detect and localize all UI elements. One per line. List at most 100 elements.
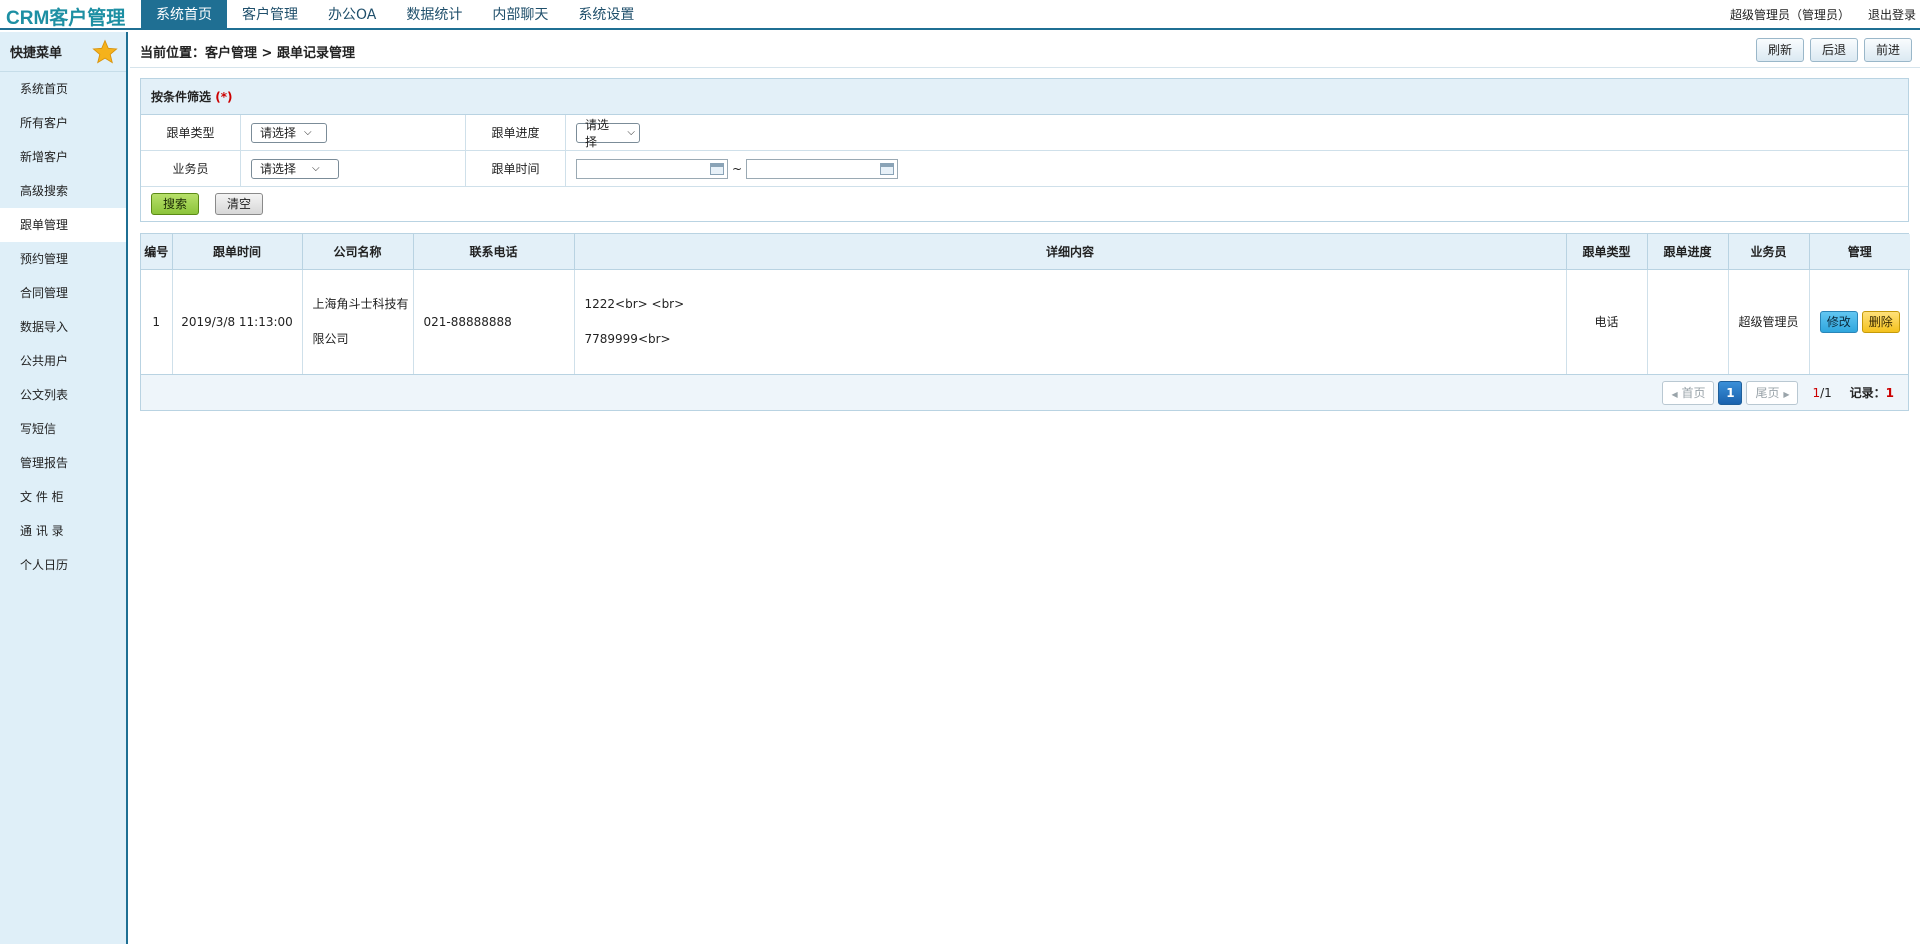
nav-item-settings[interactable]: 系统设置 [563,0,649,30]
progress-select[interactable]: 请选择 ⌵ [576,118,640,149]
sidebar-item-documents[interactable]: 公文列表 [0,378,126,412]
sidebar-item-followup[interactable]: 跟单管理 [0,208,126,242]
sidebar-item-calendar[interactable]: 个人日历 [0,548,126,582]
sidebar-header: 快捷菜单 [0,32,126,72]
last-page-label: 尾页 [1755,385,1780,400]
col-detail: 详细内容 [574,234,1567,270]
date-to-input[interactable] [746,158,899,179]
col-time: 跟单时间 [172,234,303,270]
breadcrumb-bar: 当前位置：客户管理 > 跟单记录管理 刷新 后退 前进 [130,32,1920,68]
filter-actions: 搜索 清空 [141,187,1908,221]
sidebar-item-sms[interactable]: 写短信 [0,412,126,446]
chevron-down-icon: ⌵ [312,163,320,174]
current-user[interactable]: 超级管理员（管理员） [1730,0,1850,30]
nav-item-oa[interactable]: 办公OA [313,0,391,30]
main-nav: 系统首页 客户管理 办公OA 数据统计 内部聊天 系统设置 [141,0,649,30]
page-current-value: 1 [1812,386,1821,400]
sidebar-item-reports[interactable]: 管理报告 [0,446,126,480]
nav-item-chat[interactable]: 内部聊天 [477,0,563,30]
company-line-2: 限公司 [312,331,349,346]
col-phone: 联系电话 [413,234,575,270]
progress-label: 跟单进度 [466,115,566,150]
nav-item-customers[interactable]: 客户管理 [227,0,313,30]
star-icon [92,39,118,64]
date-separator: ~ [732,161,743,176]
refresh-button[interactable]: 刷新 [1755,38,1804,62]
chevron-down-icon: ⌵ [627,127,635,138]
calendar-icon[interactable] [880,162,895,175]
filter-row-2: 业务员 请选择 ⌵ 跟单时间 ~ [141,151,1908,187]
records-label: 记录： [1849,386,1886,400]
delete-button[interactable]: 删除 [1861,310,1900,333]
date-from-input[interactable] [576,158,728,179]
detail-line-1: 1222<br> <br> [584,296,685,311]
cell-company: 上海角斗士科技有 限公司 [302,269,414,374]
salesman-label: 业务员 [141,151,241,186]
table-header-row: 编号 跟单时间 公司名称 联系电话 详细内容 跟单类型 跟单进度 业务员 管理 [141,234,1910,270]
logout-link[interactable]: 退出登录 [1868,0,1916,30]
sidebar-item-import[interactable]: 数据导入 [0,310,126,344]
filter-panel: 按条件筛选 (*) 跟单类型 请选择 ⌵ 跟单进度 请选择 ⌵ 业务员 请选择 … [140,78,1909,222]
progress-select-value: 请选择 [585,117,610,149]
sidebar-item-file-cabinet[interactable]: 文 件 柜 [0,480,126,514]
col-salesman: 业务员 [1728,234,1810,270]
page-total-value: /1 [1820,386,1832,400]
sidebar-item-home[interactable]: 系统首页 [0,72,126,106]
type-label: 跟单类型 [141,115,241,150]
user-area: 超级管理员（管理员） 退出登录 [1730,0,1916,30]
followup-table: 编号 跟单时间 公司名称 联系电话 详细内容 跟单类型 跟单进度 业务员 管理 … [140,233,1910,411]
filter-title: 按条件筛选 (*) [141,79,1908,115]
back-button[interactable]: 后退 [1809,38,1858,62]
filter-row-1: 跟单类型 请选择 ⌵ 跟单进度 请选择 ⌵ [141,115,1908,151]
table-row: 1 2019/3/8 11:13:00 上海角斗士科技有 限公司 021-888… [141,269,1910,374]
calendar-icon[interactable] [710,162,724,175]
prev-arrow-icon: ◀ [1671,389,1678,399]
breadcrumb: 当前位置：客户管理 > 跟单记录管理 [140,46,355,61]
sidebar-item-new-customer[interactable]: 新增客户 [0,140,126,174]
cell-progress [1647,269,1729,374]
main-content: 当前位置：客户管理 > 跟单记录管理 刷新 后退 前进 按条件筛选 (*) 跟单… [130,32,1920,944]
required-mark: (*) [215,90,233,104]
first-page-button[interactable]: ◀ 首页 [1662,380,1715,405]
sidebar-title: 快捷菜单 [10,46,63,61]
page-toolbar: 刷新 后退 前进 [1755,38,1912,62]
sidebar-item-all-customers[interactable]: 所有客户 [0,106,126,140]
sidebar-item-advanced-search[interactable]: 高级搜索 [0,174,126,208]
top-bar: CRM客户管理 系统首页 客户管理 办公OA 数据统计 内部聊天 系统设置 超级… [0,0,1920,30]
nav-item-home[interactable]: 系统首页 [141,0,227,30]
clear-button[interactable]: 清空 [215,193,264,215]
nav-item-stats[interactable]: 数据统计 [391,0,477,30]
page-info: 1/1 记录：1 [1812,384,1894,401]
next-arrow-icon: ▶ [1783,389,1790,399]
cell-salesman: 超级管理员 [1728,269,1810,374]
col-actions: 管理 [1809,234,1910,270]
filter-title-text: 按条件筛选 [151,90,212,104]
salesman-select-value: 请选择 [260,162,297,176]
pagination: ◀ 首页 1 尾页 ▶ 1/1 记录：1 [141,374,1908,410]
edit-button[interactable]: 修改 [1819,310,1858,333]
last-page-button[interactable]: 尾页 ▶ [1746,380,1799,405]
forward-button[interactable]: 前进 [1863,38,1912,62]
detail-line-2: 7789999<br> [584,331,671,346]
sidebar-item-contacts[interactable]: 通 讯 录 [0,514,126,548]
salesman-select[interactable]: 请选择 ⌵ [251,158,339,179]
page-number-current[interactable]: 1 [1718,380,1743,405]
cell-phone: 021-88888888 [413,269,575,374]
cell-id: 1 [141,269,173,374]
search-button[interactable]: 搜索 [151,193,200,215]
sidebar: 快捷菜单 系统首页 所有客户 新增客户 高级搜索 跟单管理 预约管理 合同管理 … [0,32,128,944]
company-line-1: 上海角斗士科技有 [312,296,409,311]
type-select[interactable]: 请选择 ⌵ [251,122,327,143]
col-progress: 跟单进度 [1647,234,1729,270]
cell-time: 2019/3/8 11:13:00 [172,269,303,374]
sidebar-item-public-users[interactable]: 公共用户 [0,344,126,378]
chevron-down-icon: ⌵ [304,127,312,138]
col-company: 公司名称 [302,234,414,270]
type-select-value: 请选择 [260,126,297,140]
sidebar-item-appointments[interactable]: 预约管理 [0,242,126,276]
sidebar-item-contracts[interactable]: 合同管理 [0,276,126,310]
app-logo: CRM客户管理 [6,8,126,29]
cell-actions: 修改 删除 [1809,269,1910,374]
cell-type: 电话 [1566,269,1648,374]
col-id: 编号 [141,234,173,270]
